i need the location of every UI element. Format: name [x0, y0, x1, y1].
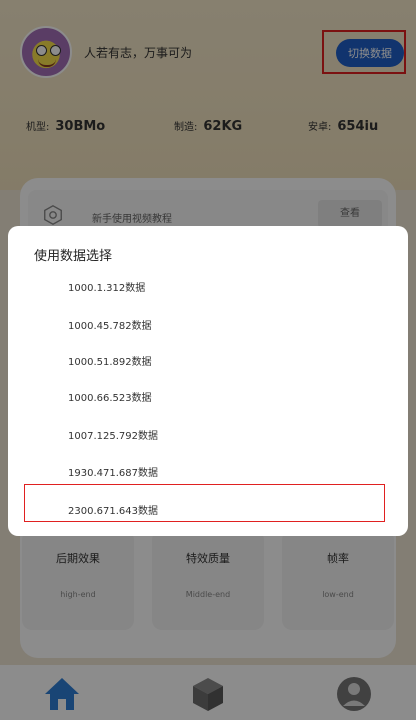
data-option[interactable]: 1000.45.782数据	[68, 317, 152, 332]
data-option[interactable]: 1007.125.792数据	[68, 427, 158, 442]
data-select-dialog: 使用数据选择 1000.1.312数据 1000.45.782数据 1000.5…	[8, 226, 408, 536]
data-option[interactable]: 1000.66.523数据	[68, 389, 152, 404]
highlight-box-selected-option	[24, 484, 385, 522]
dialog-title: 使用数据选择	[34, 249, 113, 264]
data-option[interactable]: 1000.51.892数据	[68, 353, 152, 368]
data-option[interactable]: 1930.471.687数据	[68, 464, 158, 479]
data-option[interactable]: 1000.1.312数据	[68, 279, 145, 294]
